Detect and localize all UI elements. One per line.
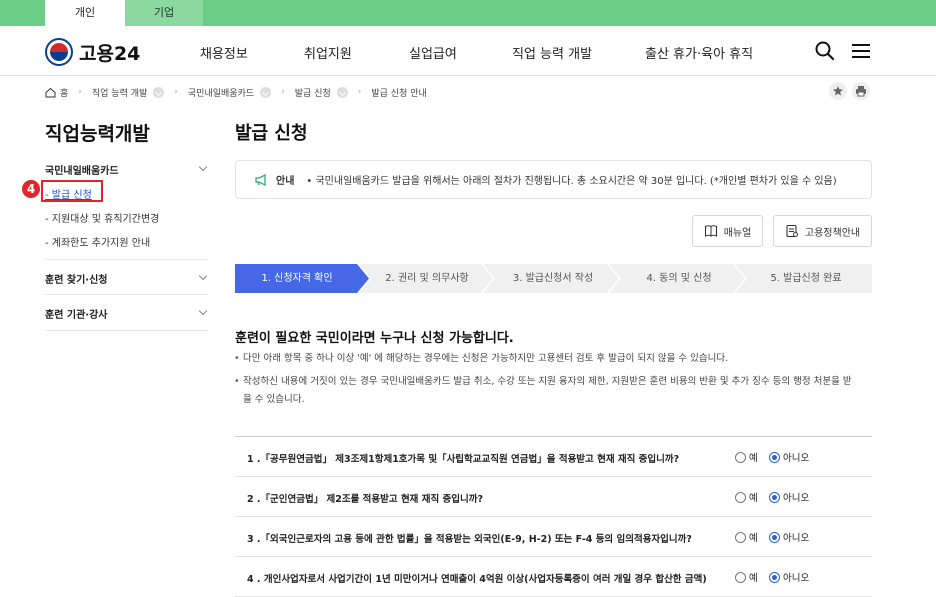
site-logo[interactable]: 고용24 <box>45 38 140 66</box>
bullet-text: 다만 아래 항목 중 하나 이상 '예' 에 해당하는 경우에는 신청은 가능하… <box>234 350 728 368</box>
document-icon <box>786 224 798 238</box>
option-no[interactable]: 아니오 <box>769 490 809 504</box>
tab-personal[interactable]: 개인 <box>45 0 125 26</box>
question-text: 3 .「외국인근로자의 고용 등에 관한 법률」을 적용받는 외국인(E-9, … <box>247 534 692 545</box>
question-text: 2 .「군인연금법」 제2조를 적용받고 현재 재직 중입니까? <box>247 494 483 505</box>
nav-skills-development[interactable]: 직업 능력 개발 <box>512 43 592 62</box>
annotation-badge: 4 <box>22 180 40 198</box>
option-yes[interactable]: 예 <box>735 530 758 544</box>
favorite-button[interactable] <box>829 82 847 100</box>
breadcrumb-item[interactable]: 국민내일배움카드 <box>188 86 272 99</box>
chevron-down-icon <box>198 306 208 316</box>
radio-yes[interactable] <box>735 451 746 463</box>
breadcrumb-item[interactable]: 발급 신청 <box>295 86 348 99</box>
radio-yes[interactable] <box>735 531 746 543</box>
sidebar-title: 직업능력개발 <box>45 123 150 145</box>
question-row: 2 .「군인연금법」 제2조를 적용받고 현재 재직 중입니까? 예 아니오 <box>235 477 872 517</box>
tab-business[interactable]: 기업 <box>125 0 203 26</box>
radio-no-selected[interactable] <box>769 491 780 503</box>
policy-guide-button[interactable]: 고용정책안내 <box>773 215 872 247</box>
notice-text: • 국민내일배움카드 발급을 위해서는 아래의 절차가 진행됩니다. 총 소요시… <box>306 176 837 187</box>
radio-yes[interactable] <box>735 491 746 503</box>
annotation-highlight <box>41 180 103 202</box>
home-icon <box>45 87 56 97</box>
notice-box: 안내 • 국민내일배움카드 발급을 위해서는 아래의 절차가 진행됩니다. 총 … <box>235 160 872 199</box>
menu-icon[interactable] <box>850 40 872 62</box>
chevron-down-icon <box>198 162 208 172</box>
question-row: 1 .「공무원연금법」 제3조제1항제1호가목 및「사립학교교직원 연금법」을 … <box>235 437 872 477</box>
nav-unemployment-benefit[interactable]: 실업급여 <box>409 43 457 62</box>
progress-steps: 1. 신청자격 확인 2. 권리 및 의무사항 3. 발급신청서 작성 4. 동… <box>235 264 872 293</box>
question-table: 1 .「공무원연금법」 제3조제1항제1호가목 및「사립학교교직원 연금법」을 … <box>235 436 872 597</box>
page-title: 발급 신청 <box>235 123 308 144</box>
question-text: 4 . 개인사업자로서 사업기간이 1년 미만이거나 연매출이 4억원 이상(사… <box>247 574 707 585</box>
logo-text: 고용24 <box>79 42 141 65</box>
bullet-text: 작성하신 내용에 거짓이 있는 경우 국민내일배움카드 발급 취소, 수강 또는… <box>234 373 852 391</box>
top-bar: 개인 기업 <box>0 0 936 26</box>
step-application-form: 3. 발급신청서 작성 <box>512 273 594 284</box>
manual-button[interactable]: 매뉴얼 <box>692 215 763 247</box>
printer-icon <box>856 86 866 97</box>
question-row: 4 . 개인사업자로서 사업기간이 1년 미만이거나 연매출이 4억원 이상(사… <box>235 557 872 597</box>
sidebar-group-training-search[interactable]: 훈련 찾기·신청 <box>45 271 208 286</box>
option-yes[interactable]: 예 <box>735 450 758 464</box>
notice-label: 안내 <box>276 176 295 187</box>
step-consent: 4. 동의 및 신청 <box>646 273 712 284</box>
divider <box>45 330 208 331</box>
logo-icon <box>45 38 73 66</box>
sidebar-group-training-institution[interactable]: 훈련 기관·강사 <box>45 306 208 321</box>
sidebar-item-account-limit[interactable]: - 계좌한도 추가지원 안내 <box>45 234 150 249</box>
chevron-down-icon <box>260 86 272 98</box>
book-icon <box>704 225 717 237</box>
breadcrumb-current: 발급 신청 안내 <box>371 88 427 99</box>
chevron-down-icon <box>153 86 165 98</box>
option-no[interactable]: 아니오 <box>769 530 809 544</box>
breadcrumb-home[interactable]: 홈 <box>45 86 68 99</box>
chevron-down-icon <box>198 271 208 281</box>
breadcrumb: 홈 › 직업 능력 개발 › 국민내일배움카드 › 발급 신청 › 발급 신청 … <box>45 84 427 100</box>
megaphone-icon <box>255 173 266 186</box>
search-icon[interactable] <box>814 40 836 62</box>
step-rights: 2. 권리 및 의무사항 <box>385 273 469 284</box>
sidebar-group-naeil-card[interactable]: 국민내일배움카드 <box>45 162 208 177</box>
star-icon <box>833 86 843 96</box>
question-text: 1 .「공무원연금법」 제3조제1항제1호가목 및「사립학교교직원 연금법」을 … <box>247 454 680 465</box>
step-eligibility: 1. 신청자격 확인 <box>261 273 333 284</box>
option-yes[interactable]: 예 <box>735 570 758 584</box>
print-button[interactable] <box>852 82 870 100</box>
sidebar-item-eligibility[interactable]: - 지원대상 및 휴직기간변경 <box>45 210 159 225</box>
option-no[interactable]: 아니오 <box>769 570 809 584</box>
radio-no-selected[interactable] <box>769 531 780 543</box>
radio-yes[interactable] <box>735 571 746 583</box>
nav-employment-support[interactable]: 취업지원 <box>304 43 352 62</box>
radio-no-selected[interactable] <box>769 451 780 463</box>
chevron-down-icon <box>336 86 348 98</box>
nav-jobs[interactable]: 채용정보 <box>200 43 248 62</box>
bullet-text-continued: 을 수 있습니다. <box>243 394 305 405</box>
breadcrumb-item[interactable]: 직업 능력 개발 <box>92 86 165 99</box>
site-header: 고용24 채용정보 취업지원 실업급여 직업 능력 개발 출산 휴가·육아 휴직 <box>0 26 936 76</box>
question-row: 3 .「외국인근로자의 고용 등에 관한 법률」을 적용받는 외국인(E-9, … <box>235 517 872 557</box>
option-yes[interactable]: 예 <box>735 490 758 504</box>
divider <box>45 259 208 260</box>
nav-parental-leave[interactable]: 출산 휴가·육아 휴직 <box>645 43 753 62</box>
step-complete: 5. 발급신청 완료 <box>770 273 842 284</box>
section-title: 훈련이 필요한 국민이라면 누구나 신청 가능합니다. <box>235 331 514 346</box>
radio-no-selected[interactable] <box>769 571 780 583</box>
divider <box>45 294 208 295</box>
option-no[interactable]: 아니오 <box>769 450 809 464</box>
